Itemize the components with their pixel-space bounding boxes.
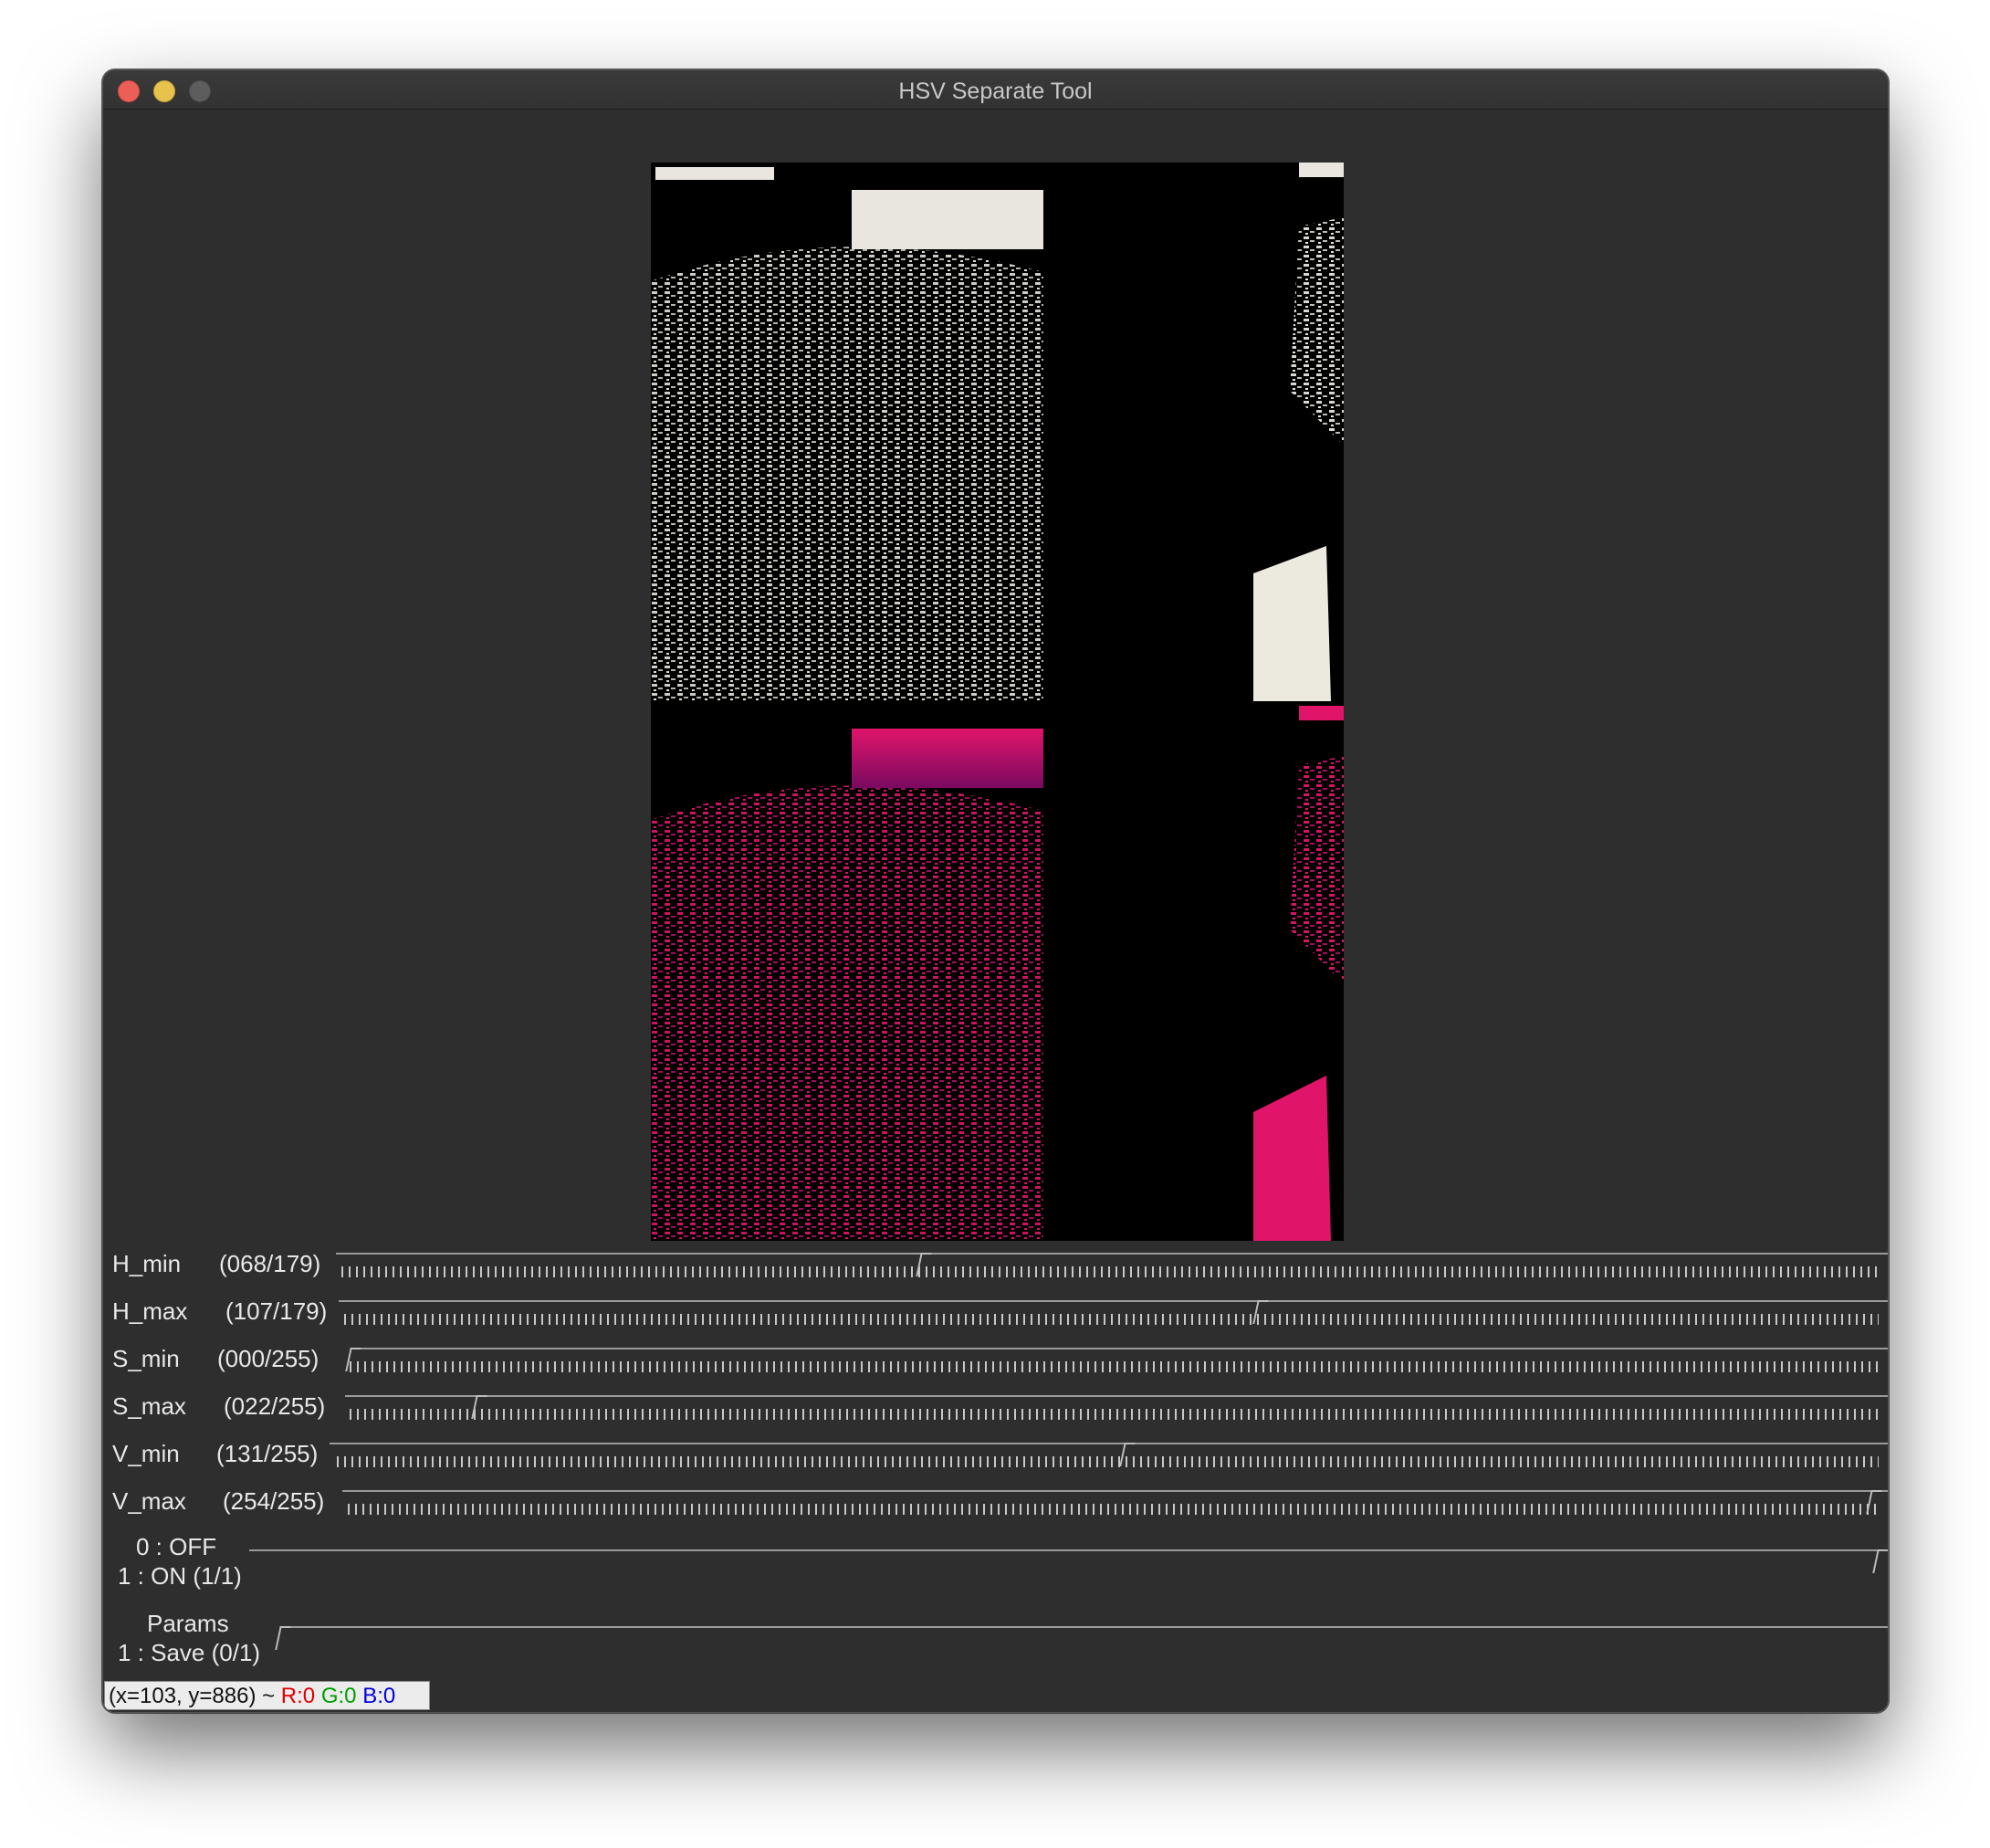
slider-value: (254/255) — [223, 1487, 325, 1515]
slider-h-min[interactable]: H_min (068/179) — [103, 1248, 1888, 1296]
slider-track[interactable] — [249, 1549, 1888, 1551]
slider-track[interactable] — [351, 1348, 1888, 1349]
title-bar[interactable]: HSV Separate Tool — [103, 70, 1888, 110]
slider-handle[interactable] — [1866, 1490, 1883, 1514]
slider-label: H_max — [112, 1297, 188, 1325]
slider-handle[interactable] — [275, 1626, 291, 1650]
slider-track[interactable] — [342, 1490, 1888, 1492]
mask-image-graphic — [651, 163, 1344, 1241]
slider-track[interactable] — [330, 1443, 1888, 1444]
on-off-toggle-slider[interactable]: 0 : OFF 1 : ON (1/1) — [103, 1533, 1888, 1606]
slider-ticks — [350, 1361, 1879, 1372]
slider-ticks — [350, 1409, 1879, 1420]
slider-ticks — [341, 1266, 1879, 1277]
slider-label: V_min — [112, 1440, 180, 1467]
slider-label: H_min — [112, 1250, 182, 1277]
slider-value: (068/179) — [219, 1250, 321, 1277]
slider-value: (000/255) — [217, 1345, 319, 1372]
slider-handle[interactable] — [1872, 1549, 1888, 1573]
pixel-status-bar: (x=103, y=886) ~ R:0 G:0 B:0 — [104, 1681, 430, 1710]
window-title: HSV Separate Tool — [898, 79, 1093, 104]
slider-v-max[interactable]: V_max (254/255) — [103, 1486, 1888, 1533]
slider-h-max[interactable]: H_max (107/179) — [103, 1296, 1888, 1343]
slider-track[interactable] — [336, 1253, 1888, 1255]
slider-ticks — [337, 1456, 1879, 1467]
params-save-slider[interactable]: Params 1 : Save (0/1) — [103, 1610, 1888, 1683]
slider-ticks — [344, 1314, 1879, 1325]
toggle-label-off: 0 : OFF — [136, 1533, 217, 1560]
slider-track[interactable] — [345, 1395, 1888, 1397]
slider-s-min[interactable]: S_min (000/255) — [103, 1343, 1888, 1391]
slider-value: (022/255) — [224, 1392, 326, 1420]
params-label: Params — [147, 1610, 229, 1637]
app-window: HSV Separate Tool H_min (068/179) H_max … — [102, 69, 1889, 1713]
slider-v-min[interactable]: V_min (131/255) — [103, 1438, 1888, 1486]
slider-s-max[interactable]: S_max (022/255) — [103, 1391, 1888, 1438]
slider-track[interactable] — [281, 1626, 1888, 1628]
toggle-label-on: 1 : ON (1/1) — [118, 1562, 242, 1590]
mask-preview-image[interactable] — [651, 163, 1344, 1241]
slider-value: (131/255) — [216, 1440, 319, 1467]
status-blue: B:0 — [362, 1684, 396, 1708]
slider-track[interactable] — [339, 1300, 1888, 1302]
slider-ticks — [348, 1504, 1879, 1515]
slider-value: (107/179) — [225, 1297, 328, 1325]
slider-label: S_min — [112, 1345, 180, 1372]
status-green: G:0 — [320, 1684, 357, 1708]
params-save-label: 1 : Save (0/1) — [118, 1639, 261, 1666]
status-coords: (x=103, y=886) ~ — [109, 1684, 281, 1708]
slider-label: V_max — [112, 1487, 186, 1515]
slider-label: S_max — [112, 1392, 186, 1420]
status-red: R:0 — [280, 1684, 316, 1708]
